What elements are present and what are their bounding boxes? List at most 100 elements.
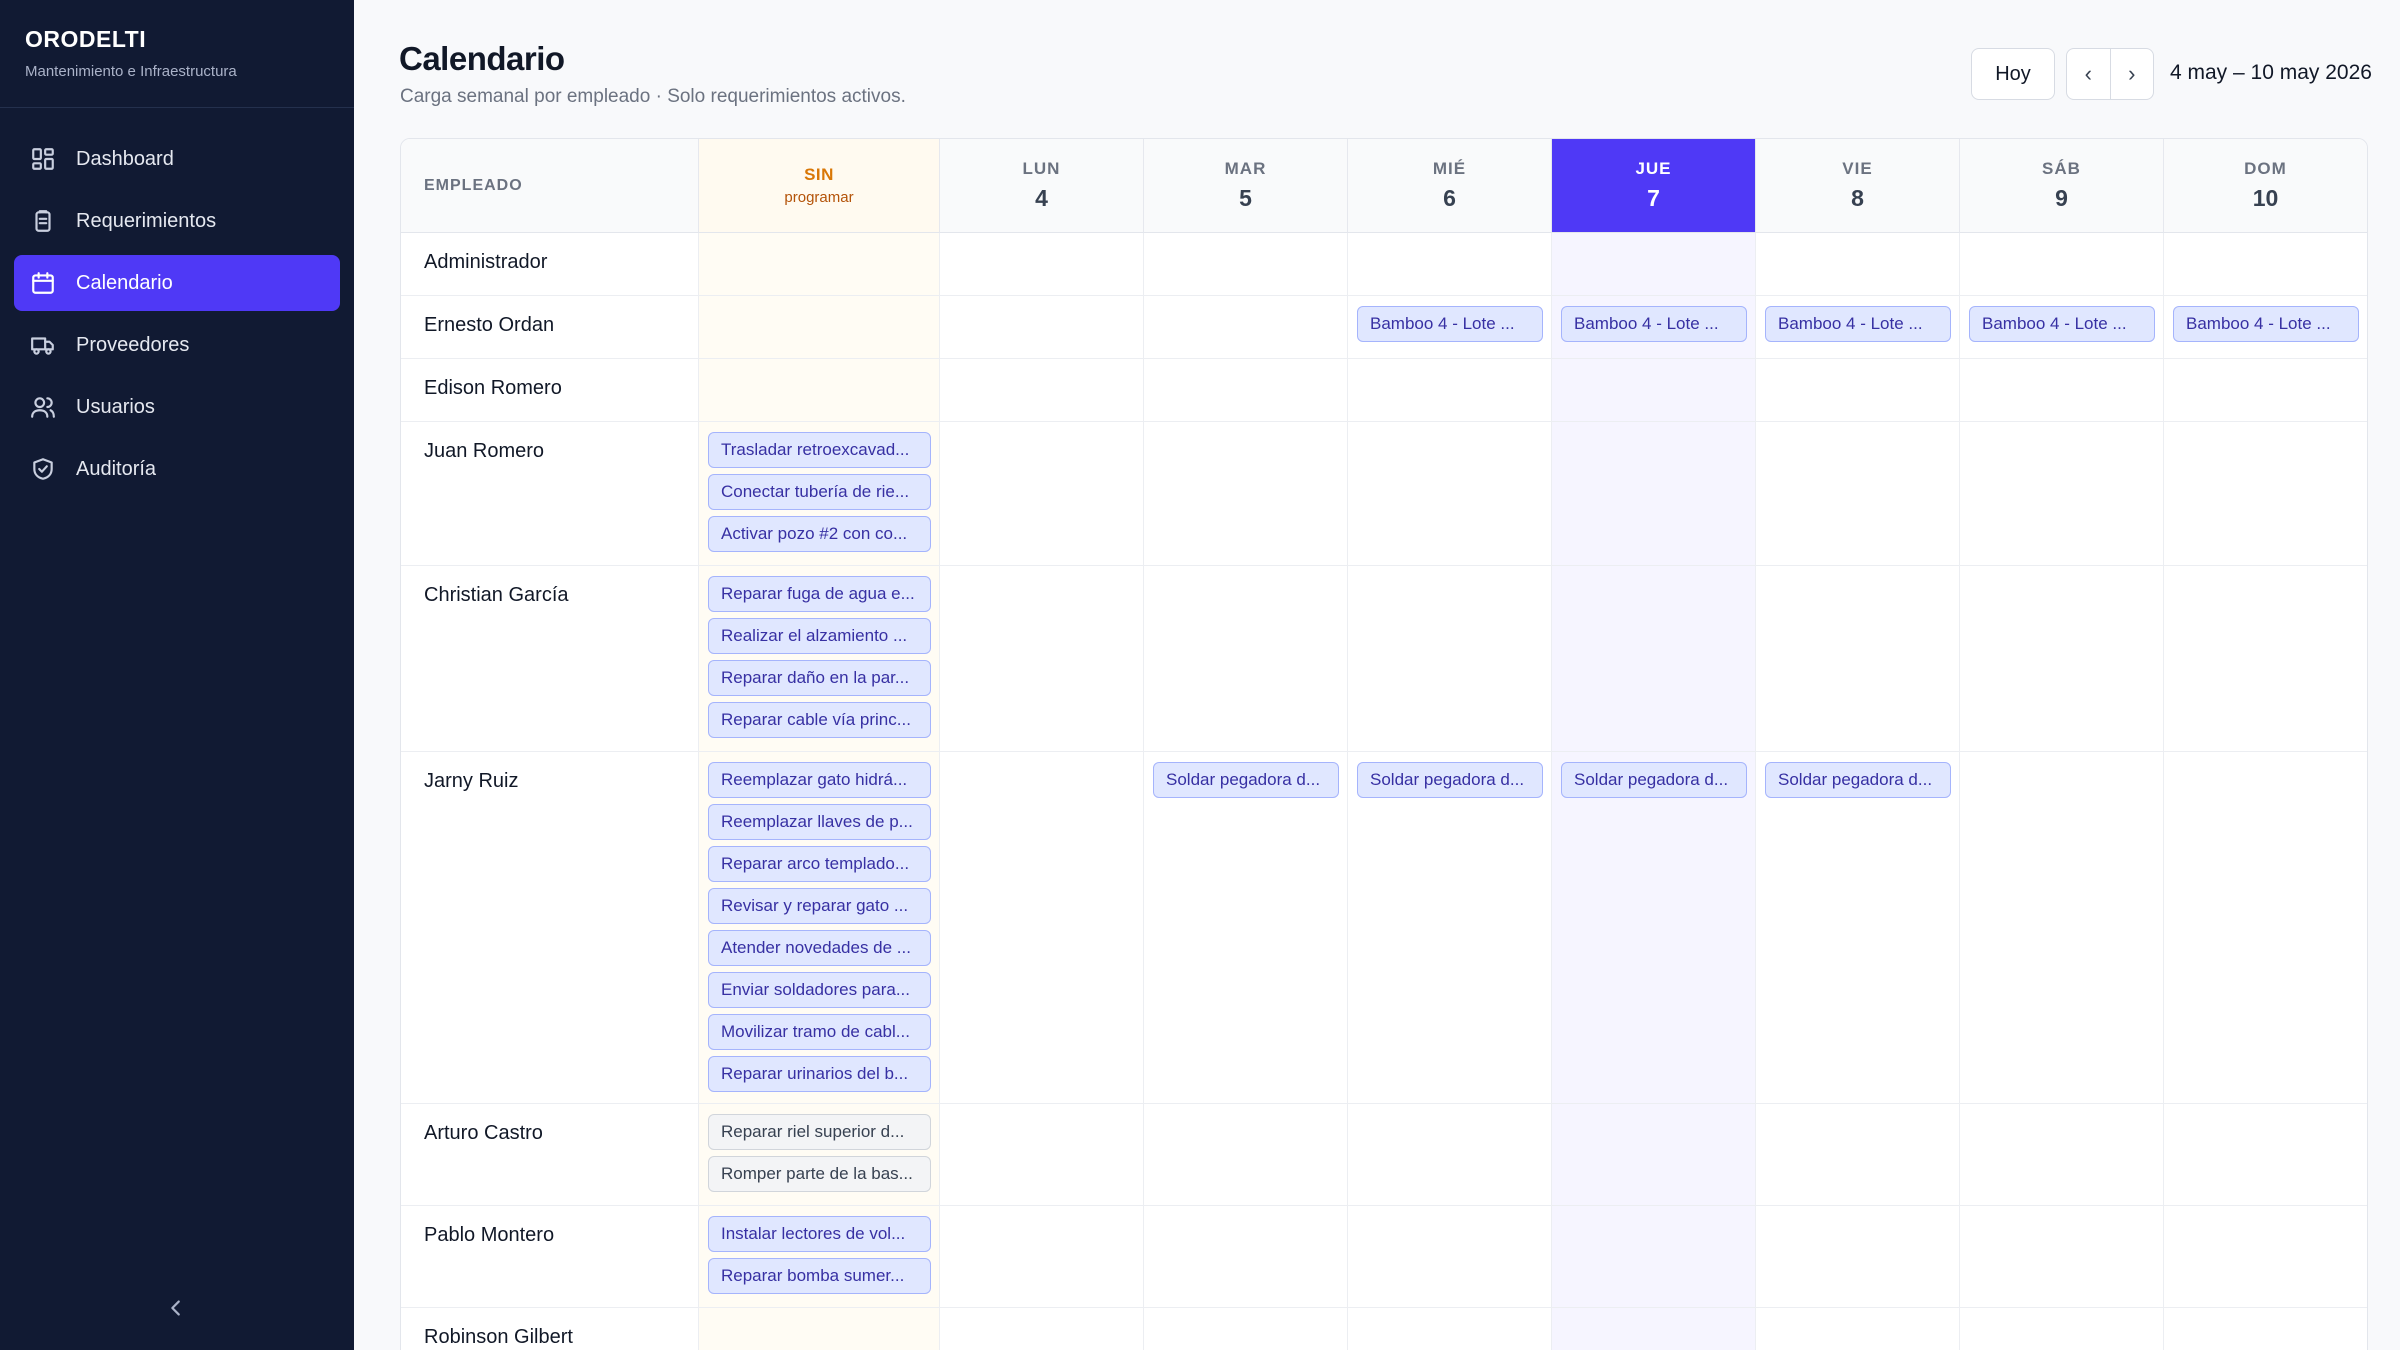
task-chip[interactable]: Reemplazar llaves de p... [708, 804, 931, 840]
day-cell[interactable] [1960, 1206, 2164, 1307]
sidebar-item-auditoria[interactable]: Auditoría [14, 441, 340, 497]
task-chip[interactable]: Reparar daño en la par... [708, 660, 931, 696]
day-cell[interactable] [2164, 1308, 2367, 1350]
day-cell[interactable] [940, 233, 1144, 295]
day-cell[interactable] [1144, 1206, 1348, 1307]
task-chip[interactable]: Reparar urinarios del b... [708, 1056, 931, 1092]
day-cell[interactable] [940, 1308, 1144, 1350]
sidebar-item-requerimientos[interactable]: Requerimientos [14, 193, 340, 249]
day-name: JUE [1635, 159, 1672, 178]
day-cell[interactable] [940, 422, 1144, 565]
task-chip-label: Soldar pegadora d... [1370, 770, 1525, 789]
task-chip[interactable]: Soldar pegadora d... [1765, 762, 1951, 798]
unscheduled-column-header: SIN programar [699, 139, 940, 233]
day-cell[interactable] [1756, 752, 1960, 1103]
day-cell[interactable] [1756, 233, 1960, 295]
day-name: LUN [1022, 159, 1061, 178]
task-chip[interactable]: Bamboo 4 - Lote ... [1357, 306, 1543, 342]
day-cell[interactable] [1960, 1308, 2164, 1350]
day-cell[interactable] [2164, 1206, 2367, 1307]
task-chip[interactable]: Trasladar retroexcavad... [708, 432, 931, 468]
day-cell[interactable] [940, 359, 1144, 421]
day-cell[interactable] [940, 752, 1144, 1103]
day-cell[interactable] [1348, 359, 1552, 421]
day-cell[interactable] [1960, 422, 2164, 565]
day-cell[interactable] [1756, 1308, 1960, 1350]
day-cell[interactable] [1756, 422, 1960, 565]
task-chip[interactable]: Reparar arco templado... [708, 846, 931, 882]
today-button[interactable]: Hoy [1971, 48, 2055, 100]
day-cell[interactable] [1144, 752, 1348, 1103]
day-cell[interactable] [1144, 233, 1348, 295]
day-cell[interactable] [1348, 1206, 1552, 1307]
day-cell[interactable] [1348, 233, 1552, 295]
day-cell[interactable] [1552, 1308, 1756, 1350]
day-cell[interactable] [940, 1206, 1144, 1307]
task-chip[interactable]: Revisar y reparar gato ... [708, 888, 931, 924]
day-cell[interactable] [2164, 1104, 2367, 1205]
task-chip[interactable]: Atender novedades de ... [708, 930, 931, 966]
day-cell[interactable] [1144, 1308, 1348, 1350]
day-cell[interactable] [1348, 422, 1552, 565]
day-cell[interactable] [2164, 359, 2367, 421]
task-chip[interactable]: Soldar pegadora d... [1357, 762, 1543, 798]
day-cell[interactable] [1960, 359, 2164, 421]
day-cell[interactable] [2164, 233, 2367, 295]
day-cell[interactable] [1756, 359, 1960, 421]
task-chip[interactable]: Reemplazar gato hidrá... [708, 762, 931, 798]
task-chip[interactable]: Bamboo 4 - Lote ... [1765, 306, 1951, 342]
day-cell[interactable] [940, 296, 1144, 358]
day-cell[interactable] [1552, 752, 1756, 1103]
day-cell[interactable] [1552, 1206, 1756, 1307]
day-cell[interactable] [1756, 1206, 1960, 1307]
day-cell[interactable] [940, 566, 1144, 751]
task-chip[interactable]: Romper parte de la bas... [708, 1156, 931, 1192]
day-cell[interactable] [1960, 566, 2164, 751]
day-cell[interactable] [1144, 422, 1348, 565]
task-chip[interactable]: Reparar bomba sumer... [708, 1258, 931, 1294]
day-cell[interactable] [2164, 422, 2367, 565]
day-cell[interactable] [1552, 233, 1756, 295]
next-week-button[interactable]: › [2109, 49, 2154, 99]
day-cell[interactable] [1144, 1104, 1348, 1205]
day-cell[interactable] [1348, 566, 1552, 751]
task-chip[interactable]: Reparar cable vía princ... [708, 702, 931, 738]
day-cell[interactable] [1348, 1104, 1552, 1205]
day-cell[interactable] [1552, 1104, 1756, 1205]
task-chip[interactable]: Bamboo 4 - Lote ... [1561, 306, 1747, 342]
sidebar-item-proveedores[interactable]: Proveedores [14, 317, 340, 373]
day-cell[interactable] [940, 1104, 1144, 1205]
task-chip[interactable]: Enviar soldadores para... [708, 972, 931, 1008]
day-cell[interactable] [1960, 752, 2164, 1103]
task-chip[interactable]: Bamboo 4 - Lote ... [1969, 306, 2155, 342]
day-cell[interactable] [1960, 1104, 2164, 1205]
day-cell[interactable] [1552, 359, 1756, 421]
sidebar-item-usuarios[interactable]: Usuarios [14, 379, 340, 435]
day-cell[interactable] [1552, 566, 1756, 751]
task-chip[interactable]: Reparar fuga de agua e... [708, 576, 931, 612]
day-cell[interactable] [1348, 1308, 1552, 1350]
day-cell[interactable] [1960, 233, 2164, 295]
task-chip[interactable]: Reparar riel superior d... [708, 1114, 931, 1150]
day-cell[interactable] [2164, 566, 2367, 751]
task-chip[interactable]: Soldar pegadora d... [1153, 762, 1339, 798]
task-chip[interactable]: Activar pozo #2 con co... [708, 516, 931, 552]
prev-week-button[interactable]: ‹ [2067, 49, 2110, 99]
task-chip[interactable]: Soldar pegadora d... [1561, 762, 1747, 798]
day-cell[interactable] [2164, 752, 2367, 1103]
day-cell[interactable] [1552, 422, 1756, 565]
day-cell[interactable] [1756, 566, 1960, 751]
collapse-sidebar-button[interactable] [160, 1292, 192, 1324]
sidebar-item-calendario[interactable]: Calendario [14, 255, 340, 311]
task-chip[interactable]: Bamboo 4 - Lote ... [2173, 306, 2359, 342]
task-chip[interactable]: Movilizar tramo de cabl... [708, 1014, 931, 1050]
day-cell[interactable] [1144, 359, 1348, 421]
task-chip[interactable]: Realizar el alzamiento ... [708, 618, 931, 654]
task-chip[interactable]: Conectar tubería de rie... [708, 474, 931, 510]
day-cell[interactable] [1144, 296, 1348, 358]
task-chip[interactable]: Instalar lectores de vol... [708, 1216, 931, 1252]
sidebar-item-dashboard[interactable]: Dashboard [14, 131, 340, 187]
day-cell[interactable] [1756, 1104, 1960, 1205]
day-cell[interactable] [1144, 566, 1348, 751]
day-cell[interactable] [1348, 752, 1552, 1103]
